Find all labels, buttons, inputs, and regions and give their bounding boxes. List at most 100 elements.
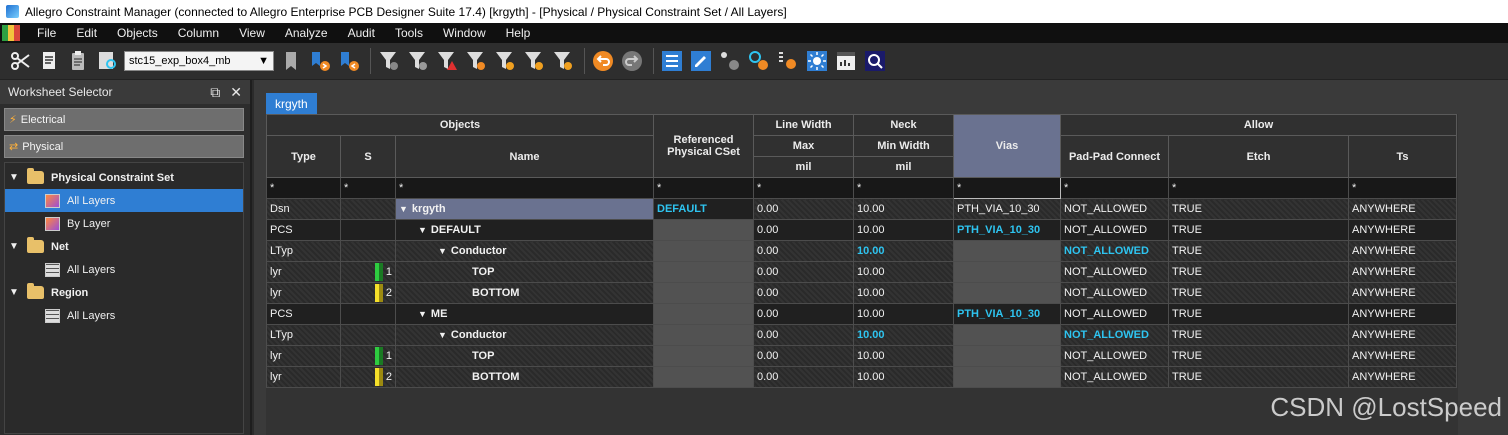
header-ref-cset[interactable]: Referenced Physical CSet [653,114,754,178]
cell-neck-min-width[interactable]: 10.00 [853,303,954,325]
cell-line-width-max[interactable]: 0.00 [753,261,854,283]
cell-line-width-max[interactable]: 0.00 [753,219,854,241]
cell-line-width-max[interactable]: 0.00 [753,324,854,346]
cell-vias[interactable] [953,240,1061,262]
cell-ref-cset[interactable] [653,303,754,325]
filter-error-icon[interactable] [434,48,460,74]
undo-icon[interactable] [590,48,616,74]
menu-file[interactable]: File [26,26,65,40]
cell-ref-cset[interactable]: DEFAULT [653,198,754,220]
cell-pad-pad[interactable]: NOT_ALLOWED [1060,345,1169,367]
cell-etch[interactable]: TRUE [1168,198,1349,220]
cell-ts[interactable]: ANYWHERE [1348,240,1457,262]
copy-icon[interactable] [37,48,63,74]
worksheet-tab[interactable]: krgyth [266,93,317,114]
cell-vias[interactable] [953,345,1061,367]
table-row[interactable]: LTyp ▼ Conductor 0.00 10.00 NOT_ALLOWED TRUE AN… [266,324,1457,346]
cell-etch[interactable]: TRUE [1168,240,1349,262]
header-pad-pad[interactable]: Pad-Pad Connect [1060,135,1169,178]
cell-neck-min-width[interactable]: 10.00 [853,366,954,388]
menu-view[interactable]: View [228,26,274,40]
report-icon[interactable] [833,48,859,74]
cell-etch[interactable]: TRUE [1168,345,1349,367]
cell-neck-min-width[interactable]: 10.00 [853,198,954,220]
table-row[interactable]: lyr 2 BOTTOM 0.00 10.00 NOT_ALLOWED TRUE ANYWHE… [266,282,1457,304]
filter-icon[interactable] [376,48,402,74]
cell-name[interactable]: ▼ Conductor [395,240,654,262]
filter-list-icon[interactable] [521,48,547,74]
cell-line-width-max[interactable]: 0.00 [753,240,854,262]
filter-star-icon[interactable] [492,48,518,74]
cell-ts[interactable]: ANYWHERE [1348,366,1457,388]
cell-pad-pad[interactable]: NOT_ALLOWED [1060,198,1169,220]
paste-icon[interactable] [66,48,92,74]
header-s[interactable]: S [340,135,396,178]
cell-pad-pad[interactable]: NOT_ALLOWED [1060,303,1169,325]
cell-ref-cset[interactable] [653,345,754,367]
tree-leaf-net-all-layers[interactable]: All Layers [5,258,243,281]
menu-column[interactable]: Column [167,26,228,40]
filter-bars-icon[interactable] [550,48,576,74]
cell-vias[interactable]: PTH_VIA_10_30 [953,198,1061,220]
cell-ref-cset[interactable] [653,324,754,346]
cell-neck-min-width[interactable]: 10.00 [853,261,954,283]
app-logo-icon[interactable] [2,25,20,41]
cell-ref-cset[interactable] [653,240,754,262]
cell-vias[interactable]: PTH_VIA_10_30 [953,219,1061,241]
float-panel-icon[interactable]: ⧉ [210,84,220,101]
cell-pad-pad[interactable]: NOT_ALLOWED [1060,282,1169,304]
cell-ts[interactable]: ANYWHERE [1348,324,1457,346]
cell-name[interactable]: TOP [395,345,654,367]
expand-arrow-icon[interactable]: ▼ [399,204,408,214]
cell-ts[interactable]: ANYWHERE [1348,345,1457,367]
expand-arrow-icon[interactable]: ▼ [9,172,21,183]
redo-icon[interactable] [619,48,645,74]
cell-neck-min-width[interactable]: 10.00 [853,240,954,262]
net-connect-icon[interactable] [717,48,743,74]
cell-neck-min-width[interactable]: 10.00 [853,324,954,346]
table-row[interactable]: LTyp ▼ Conductor 0.00 10.00 NOT_ALLOWED TRUE AN… [266,240,1457,262]
table-edit-icon[interactable] [688,48,714,74]
cell-vias[interactable] [953,366,1061,388]
next-bookmark-icon[interactable] [307,48,333,74]
cell-line-width-max[interactable]: 0.00 [753,345,854,367]
cell-name[interactable]: TOP [395,261,654,283]
expand-arrow-icon[interactable]: ▼ [418,309,427,319]
header-vias[interactable]: Vias [953,114,1061,178]
cell-etch[interactable]: TRUE [1168,366,1349,388]
table-row[interactable]: lyr 1 TOP 0.00 10.00 NOT_ALLOWED TRUE ANYWHERE [266,261,1457,283]
group-physical[interactable]: ⇄ Physical [4,135,244,158]
expand-arrow-icon[interactable]: ▼ [418,225,427,235]
cell-pad-pad[interactable]: NOT_ALLOWED [1060,366,1169,388]
cell-vias[interactable] [953,324,1061,346]
tree-node-net[interactable]: ▼ Net [5,235,243,258]
filter-cell[interactable]: * [1060,177,1169,199]
cell-name[interactable]: ▼ DEFAULT [395,219,654,241]
filter-cell[interactable]: * [395,177,654,199]
cell-line-width-max[interactable]: 0.00 [753,282,854,304]
cell-pad-pad[interactable]: NOT_ALLOWED [1060,324,1169,346]
search-icon[interactable] [862,48,888,74]
cell-line-width-max[interactable]: 0.00 [753,303,854,325]
expand-arrow-icon[interactable]: ▼ [9,287,21,298]
table-row[interactable]: PCS ▼ DEFAULT 0.00 10.00 PTH_VIA_10_30 NOT_ALL… [266,219,1457,241]
menu-edit[interactable]: Edit [65,26,106,40]
cell-etch[interactable]: TRUE [1168,324,1349,346]
cut-icon[interactable] [8,48,34,74]
sun-settings-icon[interactable] [804,48,830,74]
cell-ts[interactable]: ANYWHERE [1348,219,1457,241]
cell-ts[interactable]: ANYWHERE [1348,261,1457,283]
cell-pad-pad[interactable]: NOT_ALLOWED [1060,219,1169,241]
table-row[interactable]: Dsn ▼ krgyth DEFAULT 0.00 10.00 PTH_VIA_10_30 N… [266,198,1457,220]
net-filter-icon[interactable] [775,48,801,74]
cell-ts[interactable]: ANYWHERE [1348,303,1457,325]
menu-analyze[interactable]: Analyze [274,26,337,40]
group-electrical[interactable]: ⚡ Electrical [4,108,244,131]
expand-rows-icon[interactable] [659,48,685,74]
tree-leaf-pcs-by-layer[interactable]: By Layer [5,212,243,235]
header-min-width[interactable]: Min Width [853,135,954,157]
cell-name[interactable]: BOTTOM [395,366,654,388]
cell-neck-min-width[interactable]: 10.00 [853,282,954,304]
filter-cell[interactable]: * [266,177,341,199]
cell-etch[interactable]: TRUE [1168,303,1349,325]
